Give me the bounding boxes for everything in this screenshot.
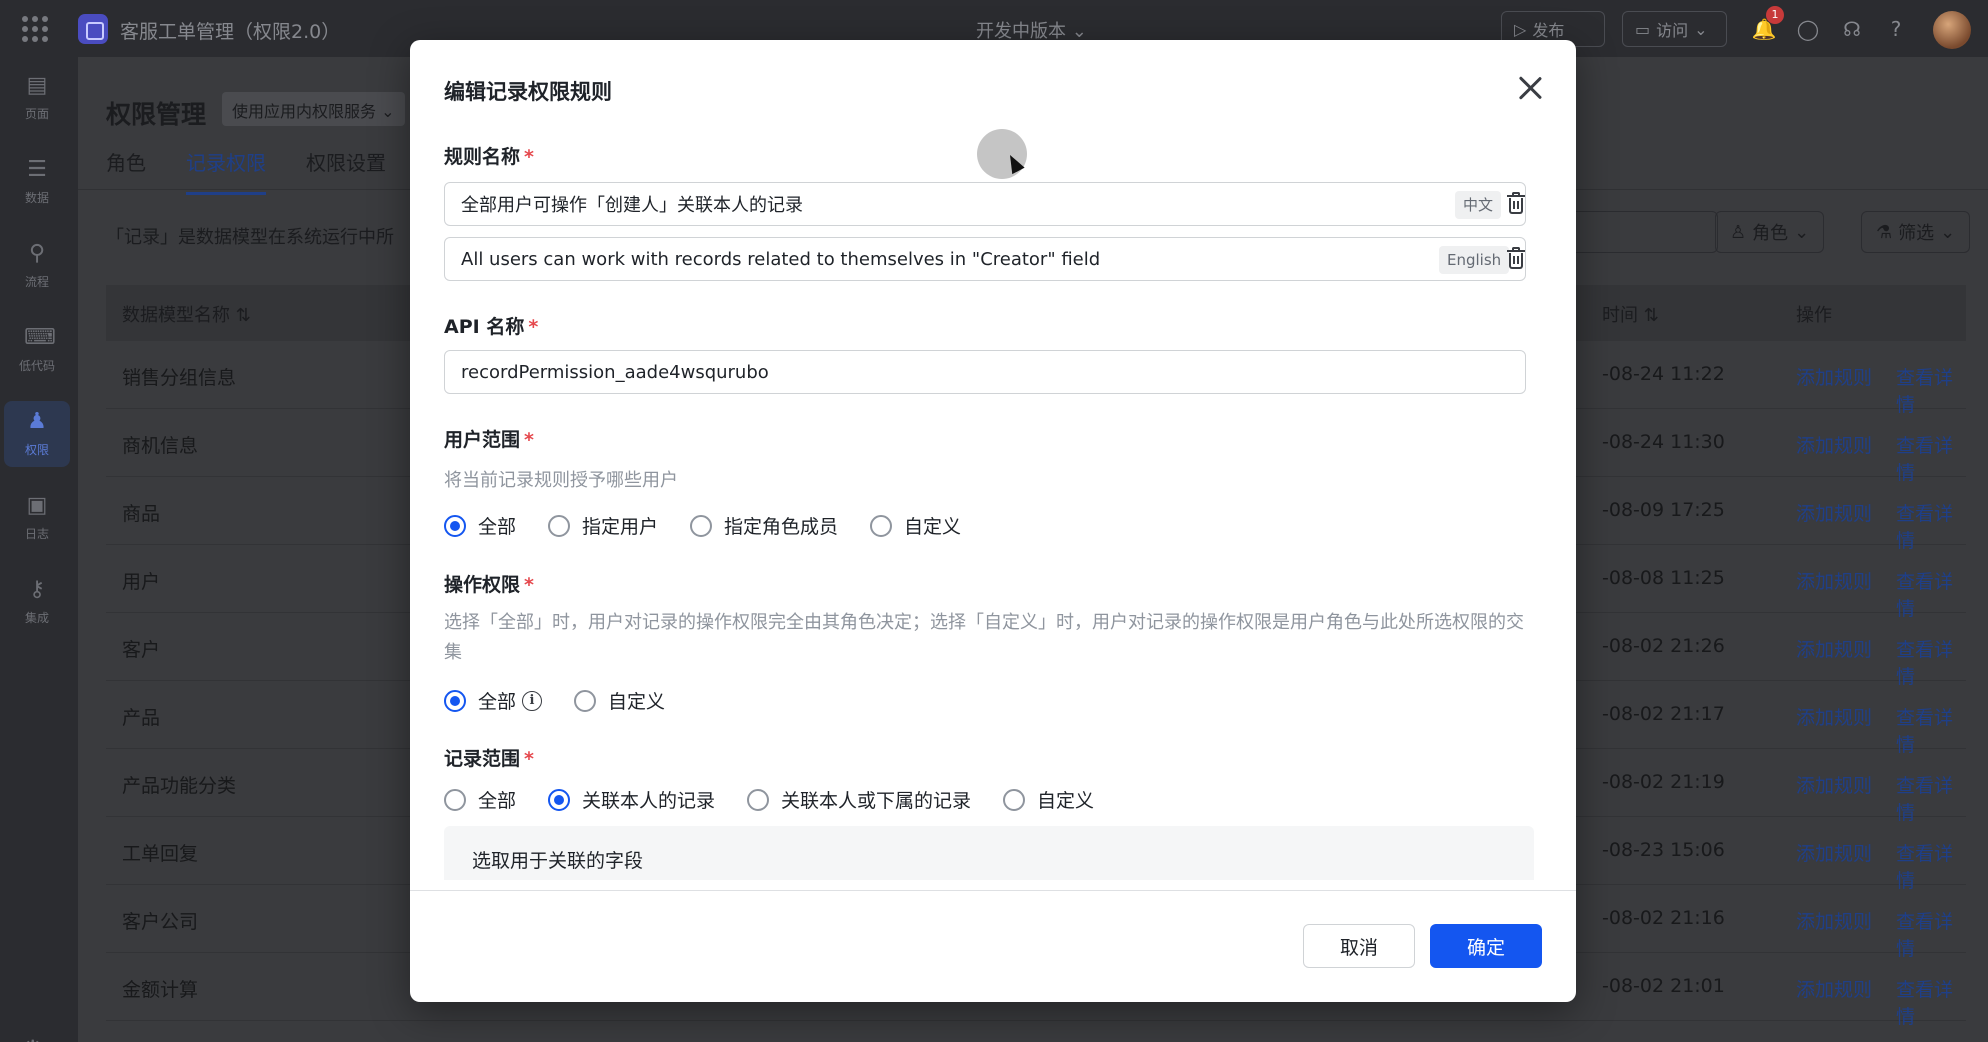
user-scope-hint: 将当前记录规则授予哪些用户 [444, 470, 678, 491]
user-scope-label: 用户范围 * [444, 425, 534, 452]
radio-circle [747, 788, 770, 811]
op-permission-hint: 选择「全部」时，用户对记录的操作权限完全由其角色决定；选择「自定义」时，用户对记… [444, 612, 1524, 663]
radio-op-custom[interactable]: 自定义 [574, 687, 665, 714]
radio-label: 全部 [478, 790, 517, 812]
api-name-input[interactable]: recordPermission_aade4wsqurubo [444, 350, 1526, 394]
confirm-button[interactable]: 确定 [1430, 924, 1542, 968]
lang-tag-en: English [1439, 246, 1510, 274]
rule-name-en-input[interactable]: All users can work with records related … [444, 237, 1526, 281]
dialog-title: 编辑记录权限规则 [444, 80, 612, 104]
api-name-label-text: API 名称 [444, 316, 525, 338]
op-permission-label-text: 操作权限 [444, 574, 521, 596]
record-scope-label-text: 记录范围 [444, 748, 521, 770]
close-icon[interactable] [1512, 70, 1548, 106]
radio-label: 自定义 [1037, 790, 1095, 812]
cancel-button[interactable]: 取消 [1303, 924, 1415, 968]
radio-label: 自定义 [904, 516, 962, 538]
radio-user-specified[interactable]: 指定用户 [548, 512, 658, 539]
rule-name-en-value: All users can work with records related … [461, 248, 1101, 270]
radio-label: 自定义 [608, 691, 666, 713]
radio-circle [444, 689, 466, 712]
api-name-value: recordPermission_aade4wsqurubo [461, 361, 769, 383]
required-marker: * [524, 146, 534, 168]
radio-user-custom[interactable]: 自定义 [870, 512, 961, 539]
radio-label: 全部 [478, 691, 517, 713]
radio-circle [574, 689, 597, 712]
op-permission-label: 操作权限 * [444, 570, 534, 597]
radio-user-role-members[interactable]: 指定角色成员 [690, 512, 838, 539]
radio-circle [444, 788, 466, 811]
radio-record-self-subordinates[interactable]: 关联本人或下属的记录 [747, 786, 971, 813]
cursor-halo [977, 129, 1027, 179]
radio-label: 全部 [478, 516, 517, 538]
radio-label: 关联本人或下属的记录 [781, 790, 972, 812]
footer-divider [410, 890, 1576, 891]
user-scope-label-text: 用户范围 [444, 429, 521, 451]
assoc-field-panel: 选取用于关联的字段 [444, 826, 1534, 880]
radio-user-all[interactable]: 全部 [444, 512, 516, 539]
op-permission-radio-group: 全部 i 自定义 [444, 687, 697, 714]
radio-record-self[interactable]: 关联本人的记录 [548, 786, 715, 813]
info-icon[interactable]: i [522, 690, 543, 711]
radio-label: 指定用户 [582, 516, 659, 538]
radio-circle [870, 514, 893, 537]
radio-record-all[interactable]: 全部 [444, 786, 516, 813]
api-name-label: API 名称 * [444, 312, 538, 339]
rule-name-zh-input[interactable]: 全部用户可操作「创建人」关联本人的记录 中文 [444, 182, 1526, 226]
rule-name-label-text: 规则名称 [444, 146, 521, 168]
record-scope-label: 记录范围 * [444, 744, 534, 771]
radio-op-all[interactable]: 全部 i [444, 687, 543, 714]
trash-icon[interactable] [1505, 247, 1527, 271]
required-marker: * [528, 316, 539, 338]
required-marker: * [524, 574, 534, 596]
assoc-field-label: 选取用于关联的字段 [472, 850, 644, 872]
user-scope-radio-group: 全部 指定用户 指定角色成员 自定义 [444, 512, 993, 539]
radio-record-custom[interactable]: 自定义 [1003, 786, 1094, 813]
record-scope-radio-group: 全部 关联本人的记录 关联本人或下属的记录 自定义 [444, 786, 1126, 813]
edit-record-rule-dialog: 编辑记录权限规则 规则名称 * 全部用户可操作「创建人」关联本人的记录 中文 Al… [410, 40, 1576, 1002]
rule-name-zh-value: 全部用户可操作「创建人」关联本人的记录 [461, 195, 803, 216]
radio-label: 指定角色成员 [724, 516, 839, 538]
radio-circle [548, 788, 571, 811]
required-marker: * [524, 429, 534, 451]
required-marker: * [524, 748, 534, 770]
radio-circle [444, 514, 466, 537]
lang-tag-zh: 中文 [1455, 191, 1502, 219]
rule-name-label: 规则名称 * [444, 142, 534, 169]
radio-circle [1003, 788, 1026, 811]
trash-icon[interactable] [1505, 192, 1527, 216]
radio-label: 关联本人的记录 [582, 790, 716, 812]
radio-circle [548, 514, 571, 537]
radio-circle [690, 514, 713, 537]
